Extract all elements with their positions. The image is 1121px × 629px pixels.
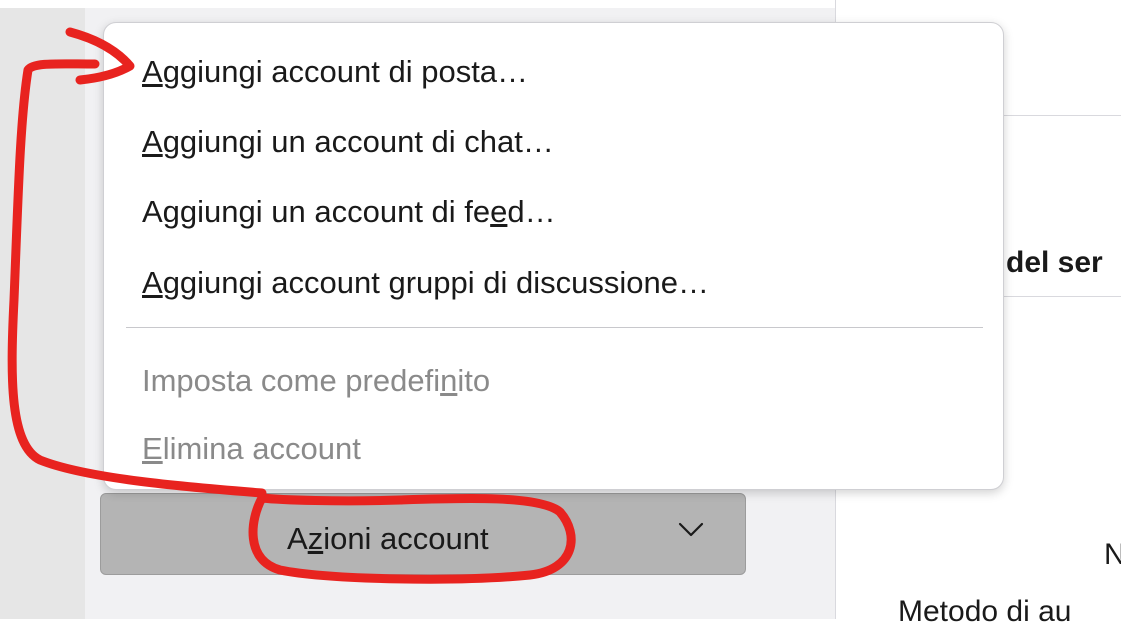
account-actions-button[interactable]: Azioni account	[100, 493, 746, 575]
menu-item-add-feed-account[interactable]: Aggiungi un account di feed…	[142, 194, 556, 230]
auth-method-label: Metodo di au	[898, 595, 1072, 628]
field-label: N	[1104, 538, 1121, 571]
section-heading: del ser	[1006, 246, 1103, 279]
menu-item-delete-account[interactable]: Elimina account	[142, 431, 361, 467]
account-actions-menu: Aggiungi account di posta… Aggiungi un a…	[103, 22, 1004, 490]
menu-item-add-newsgroup-account[interactable]: Aggiungi account gruppi di discussione…	[142, 265, 709, 301]
menu-item-add-chat-account[interactable]: Aggiungi un account di chat…	[142, 124, 554, 160]
account-actions-label: Azioni account	[287, 521, 489, 556]
menu-item-set-default[interactable]: Imposta come predefinito	[142, 363, 490, 399]
menu-item-add-mail-account[interactable]: Aggiungi account di posta…	[142, 54, 528, 90]
app-left-strip	[0, 0, 85, 619]
menu-separator	[126, 327, 983, 328]
chevron-down-icon	[678, 522, 704, 537]
